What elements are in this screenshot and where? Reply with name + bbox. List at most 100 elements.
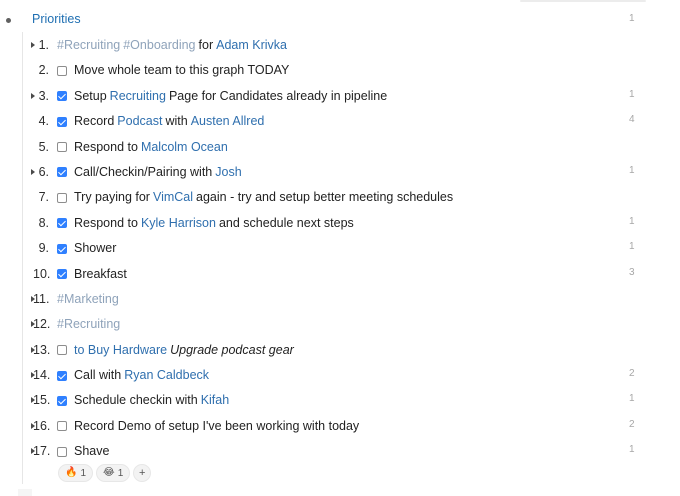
item-number: 10. — [33, 266, 51, 281]
checked-checkbox[interactable] — [57, 243, 67, 254]
child-count: 3 — [629, 266, 635, 278]
child-count: 1 — [629, 241, 635, 253]
tag-link[interactable]: #Recruiting — [57, 317, 120, 331]
item-content[interactable]: Respond to Malcolm Ocean — [57, 140, 228, 154]
list-item[interactable]: 3. Setup Recruiting Page for Candidates alr… — [0, 84, 680, 109]
list-item[interactable]: 2. Move whole team to this graph TODAY — [0, 58, 680, 83]
item-content[interactable]: Shower — [57, 241, 116, 255]
unchecked-checkbox[interactable] — [57, 192, 67, 203]
bullet-icon — [6, 18, 11, 23]
unchecked-checkbox[interactable] — [57, 142, 67, 153]
child-count: 4 — [629, 114, 635, 126]
list-item[interactable]: 10. Breakfast 3 — [0, 262, 680, 287]
item-number: 7. — [38, 190, 49, 205]
item-content[interactable]: Respond to Kyle Harrison and schedule next… — [57, 216, 354, 230]
checked-checkbox[interactable] — [57, 218, 67, 229]
list-item[interactable]: 6. Call/Checkin/Pairing with Josh 1 — [0, 160, 680, 185]
item-content[interactable]: Schedule checkin with Kifah — [57, 393, 229, 407]
item-text: Try paying for — [74, 190, 150, 205]
page-link[interactable]: Kifah — [201, 393, 230, 407]
child-count: 2 — [629, 368, 635, 380]
page-link[interactable]: Kyle Harrison — [141, 216, 216, 230]
list-item[interactable]: 16. Record Demo of setup I've been workin… — [0, 414, 680, 439]
page-link[interactable]: Austen Allred — [191, 114, 265, 128]
item-content[interactable]: Move whole team to this graph TODAY — [57, 63, 289, 77]
reaction-pill[interactable]: 🔥 1 — [58, 464, 94, 482]
child-count: 1 — [629, 444, 635, 456]
checked-checkbox[interactable] — [57, 167, 67, 178]
item-text: and schedule next steps — [218, 215, 354, 230]
list-item[interactable]: 5. Respond to Malcolm Ocean — [0, 135, 680, 160]
page-link[interactable]: VimCal — [153, 190, 193, 204]
unchecked-checkbox[interactable] — [57, 421, 67, 432]
list-item[interactable]: 14. Call with Ryan Caldbeck 2 — [0, 363, 680, 388]
item-content[interactable]: Setup Recruiting Page for Candidates alrea… — [57, 89, 387, 103]
root-title[interactable]: Priorities — [32, 12, 81, 26]
item-content[interactable]: Call/Checkin/Pairing with Josh — [57, 165, 242, 179]
tag-link[interactable]: #Marketing — [57, 292, 119, 306]
item-content[interactable]: Shave — [57, 444, 109, 458]
item-number: 4. — [38, 114, 49, 129]
item-text: Shower — [74, 241, 117, 256]
list-item[interactable]: 15. Schedule checkin with Kifah 1 — [0, 388, 680, 413]
list-item[interactable]: 7. Try paying for VimCal again - try and se… — [0, 185, 680, 210]
item-content[interactable]: #Recruiting #Onboarding for Adam Krivka — [57, 38, 287, 52]
child-count: 1 — [629, 393, 635, 405]
page-link[interactable]: Podcast — [117, 114, 162, 128]
item-content[interactable]: #Marketing — [57, 292, 119, 306]
list-item[interactable]: 17. Shave 1 — [0, 439, 680, 464]
reaction-count: 1 — [80, 467, 87, 479]
item-content[interactable]: to Buy Hardware Upgrade podcast gear — [57, 343, 294, 357]
tag-link[interactable]: #Onboarding — [123, 38, 195, 52]
tag-link[interactable]: #Recruiting — [57, 38, 120, 52]
item-content[interactable]: Breakfast — [57, 267, 127, 281]
page-link[interactable]: to Buy Hardware — [74, 343, 167, 357]
list-item[interactable]: 11. #Marketing — [0, 287, 680, 312]
item-content[interactable]: #Recruiting — [57, 317, 120, 331]
item-text: Respond to — [74, 139, 138, 154]
reaction-pill[interactable]: 😂 1 — [96, 464, 131, 482]
list-item[interactable]: 13. to Buy Hardware Upgrade podcast gear — [0, 338, 680, 363]
item-number: 2. — [38, 63, 49, 78]
reaction-bar: 🔥 1 😂 1 + — [58, 464, 152, 482]
item-content[interactable]: Try paying for VimCal again - try and setu… — [57, 190, 453, 204]
top-toolbar-hint — [520, 0, 646, 2]
unchecked-checkbox[interactable] — [57, 446, 67, 457]
item-text: Respond to — [74, 215, 138, 230]
add-reaction-button[interactable]: + — [133, 464, 152, 482]
checked-checkbox[interactable] — [57, 370, 67, 381]
checked-checkbox[interactable] — [57, 91, 67, 102]
page-link[interactable]: Malcolm Ocean — [141, 140, 228, 154]
reaction-count: 1 — [117, 467, 124, 479]
item-content[interactable]: Record Demo of setup I've been working w… — [57, 419, 359, 433]
list-item[interactable]: 4. Record Podcast with Austen Allred 4 — [0, 109, 680, 134]
item-content[interactable]: Record Podcast with Austen Allred — [57, 114, 264, 128]
item-number: 1. — [38, 38, 49, 52]
unchecked-checkbox[interactable] — [57, 345, 67, 356]
list-item[interactable]: 8. Respond to Kyle Harrison and schedule ne… — [0, 211, 680, 236]
item-number: 14. — [33, 368, 51, 383]
item-text: Record — [74, 114, 115, 129]
item-text: again - try and setup better meeting sch… — [196, 190, 454, 205]
list-item[interactable]: 9. Shower 1 — [0, 236, 680, 261]
child-count: 1 — [629, 215, 635, 227]
next-block-hint — [18, 489, 32, 496]
item-content[interactable]: Call with Ryan Caldbeck — [57, 368, 209, 382]
checked-checkbox[interactable] — [57, 116, 67, 127]
list-item[interactable]: 1. #Recruiting #Onboarding for Adam Krivka — [0, 33, 680, 58]
child-count: 1 — [629, 88, 635, 100]
item-text: Schedule checkin with — [74, 393, 198, 408]
item-text: Move whole team to this graph TODAY — [74, 63, 290, 78]
checked-checkbox[interactable] — [57, 269, 67, 280]
page-link[interactable]: Adam Krivka — [216, 38, 287, 52]
page-link[interactable]: Ryan Caldbeck — [124, 368, 209, 382]
fire-icon: 🔥 — [65, 467, 78, 478]
unchecked-checkbox[interactable] — [57, 65, 67, 76]
list-item[interactable]: 12. #Recruiting — [0, 312, 680, 337]
page-link[interactable]: Josh — [215, 165, 241, 179]
page-link[interactable]: Recruiting — [110, 89, 166, 103]
item-number: 5. — [38, 139, 49, 154]
item-text: Shave — [74, 444, 110, 459]
checked-checkbox[interactable] — [57, 395, 67, 406]
item-number: 15. — [33, 393, 51, 408]
